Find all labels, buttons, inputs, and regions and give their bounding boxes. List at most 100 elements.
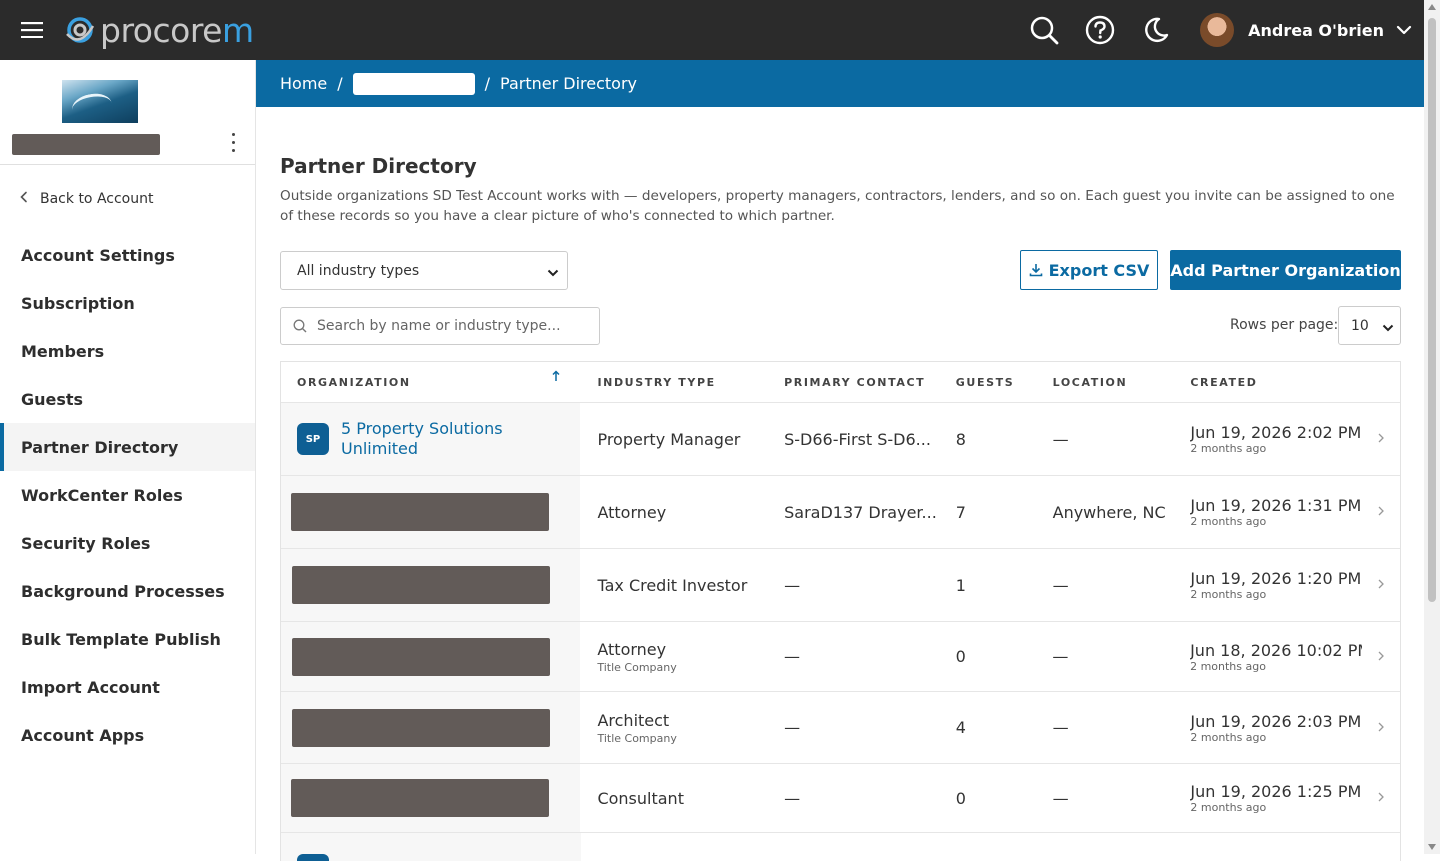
org-cell — [281, 476, 580, 548]
org-cell — [281, 764, 580, 832]
table-row[interactable]: SP 5 Property Solutions Unlimited Proper… — [281, 403, 1400, 476]
org-name-redacted[interactable] — [291, 493, 549, 531]
breadcrumb-separator: / — [337, 74, 342, 93]
org-badge — [297, 854, 329, 861]
location-cell: — — [1043, 430, 1183, 449]
scrollbar-thumb[interactable] — [1428, 18, 1436, 602]
contact-cell: — — [774, 647, 946, 666]
sidebar-item-subscription[interactable]: Subscription — [0, 279, 255, 327]
add-partner-organization-button[interactable]: Add Partner Organization — [1170, 250, 1401, 290]
chevron-right-icon[interactable] — [1362, 577, 1400, 593]
guests-cell: 8 — [946, 430, 1043, 449]
guests-cell: 7 — [946, 503, 1043, 522]
column-header-contact[interactable]: PRIMARY CONTACT — [774, 376, 946, 389]
page-title: Partner Directory — [280, 154, 477, 178]
breadcrumb-home[interactable]: Home — [280, 74, 327, 93]
org-name-redacted[interactable] — [292, 638, 550, 676]
org-cell — [281, 833, 581, 861]
industry-type-select[interactable]: All industry types — [280, 251, 568, 290]
column-header-location[interactable]: LOCATION — [1043, 376, 1183, 389]
sidebar-item-bulk-template-publish[interactable]: Bulk Template Publish — [0, 615, 255, 663]
guests-cell: 0 — [946, 647, 1043, 666]
breadcrumb-separator: / — [485, 74, 490, 93]
back-to-account-link[interactable]: Back to Account — [0, 165, 255, 233]
org-name-link[interactable]: 5 Property Solutions Unlimited — [341, 419, 580, 459]
location-cell: — — [1043, 718, 1183, 737]
org-name-redacted[interactable] — [292, 709, 550, 747]
table-row[interactable]: Consultant — 0 — Jun 19, 2026 1:25 PM 2 … — [281, 764, 1400, 833]
industry-cell: Architect Title Company — [580, 711, 774, 745]
partner-table: ORGANIZATION INDUSTRY TYPE PRIMARY CONTA… — [280, 361, 1401, 861]
column-header-created[interactable]: CREATED — [1182, 376, 1362, 389]
sidebar: Back to Account Account Settings Subscri… — [0, 60, 256, 854]
account-image — [62, 80, 138, 123]
sidebar-item-account-apps[interactable]: Account Apps — [0, 711, 255, 759]
breadcrumb-current: Partner Directory — [500, 74, 637, 93]
contact-cell: S-D66-First S-D6... — [774, 430, 946, 449]
help-icon[interactable] — [1072, 0, 1128, 60]
account-header — [0, 60, 255, 165]
table-row[interactable]: Attorney SaraD137 Drayer... 7 Anywhere, … — [281, 476, 1400, 549]
export-csv-button[interactable]: Export CSV — [1020, 250, 1158, 290]
menu-icon[interactable] — [0, 0, 64, 60]
industry-cell: Attorney — [580, 503, 774, 522]
page-scrollbar[interactable] — [1424, 0, 1440, 854]
sort-ascending-icon[interactable] — [552, 370, 560, 386]
scroll-up-icon[interactable] — [1428, 4, 1436, 10]
user-name[interactable]: Andrea O'brien — [1248, 21, 1384, 40]
download-icon — [1029, 263, 1043, 277]
procore-logo[interactable]: procorem — [64, 0, 254, 60]
guests-cell: 1 — [946, 576, 1043, 595]
created-cell: Jun 19, 2026 1:31 PM 2 months ago — [1182, 496, 1362, 528]
page-description: Outside organizations SD Test Account wo… — [280, 186, 1401, 226]
logo-mark-icon — [64, 14, 96, 46]
search-input[interactable] — [317, 318, 587, 334]
avatar[interactable] — [1200, 13, 1234, 47]
dark-mode-moon-icon[interactable] — [1128, 0, 1184, 60]
column-header-organization[interactable]: ORGANIZATION — [281, 376, 580, 389]
kebab-menu-icon[interactable] — [226, 130, 240, 154]
table-header: ORGANIZATION INDUSTRY TYPE PRIMARY CONTA… — [281, 362, 1400, 403]
org-cell — [281, 549, 580, 621]
table-row[interactable]: Attorney Title Company — 0 — Jun 18, 202… — [281, 622, 1400, 692]
table-row[interactable] — [281, 833, 1400, 861]
table-row[interactable]: Tax Credit Investor — 1 — Jun 19, 2026 1… — [281, 549, 1400, 622]
breadcrumb-account-redacted[interactable] — [353, 73, 475, 95]
sidebar-item-partner-directory[interactable]: Partner Directory — [0, 423, 255, 471]
column-header-industry[interactable]: INDUSTRY TYPE — [580, 376, 774, 389]
chevron-right-icon[interactable] — [1362, 720, 1400, 736]
sidebar-item-import-account[interactable]: Import Account — [0, 663, 255, 711]
table-row[interactable]: Architect Title Company — 4 — Jun 19, 20… — [281, 692, 1400, 764]
chevron-right-icon[interactable] — [1362, 504, 1400, 520]
contact-cell: — — [774, 718, 946, 737]
sidebar-item-security-roles[interactable]: Security Roles — [0, 519, 255, 567]
scroll-down-icon[interactable] — [1428, 844, 1436, 850]
guests-cell: 4 — [946, 718, 1043, 737]
sidebar-item-background-processes[interactable]: Background Processes — [0, 567, 255, 615]
chevron-right-icon[interactable] — [1362, 649, 1400, 665]
industry-cell: Consultant — [580, 789, 774, 808]
sidebar-item-members[interactable]: Members — [0, 327, 255, 375]
chevron-down-icon — [547, 265, 559, 281]
column-header-guests[interactable]: GUESTS — [946, 376, 1043, 389]
org-name-redacted[interactable] — [291, 779, 549, 817]
breadcrumb: Home / / Partner Directory — [256, 60, 1424, 107]
chevron-left-icon — [20, 191, 28, 207]
search-icon[interactable] — [1016, 0, 1072, 60]
chevron-right-icon[interactable] — [1362, 790, 1400, 806]
guests-cell: 0 — [946, 789, 1043, 808]
sidebar-item-account-settings[interactable]: Account Settings — [0, 231, 255, 279]
location-cell: — — [1043, 576, 1183, 595]
account-name-redacted — [12, 134, 160, 155]
location-cell: Anywhere, NC — [1043, 503, 1183, 522]
chevron-down-icon[interactable] — [1384, 0, 1424, 60]
industry-cell: Property Manager — [580, 430, 774, 449]
created-cell: Jun 19, 2026 2:02 PM 2 months ago — [1182, 423, 1362, 455]
chevron-right-icon[interactable] — [1362, 431, 1400, 447]
org-cell — [281, 692, 580, 763]
search-icon — [293, 319, 307, 333]
org-name-redacted[interactable] — [292, 566, 550, 604]
sidebar-item-guests[interactable]: Guests — [0, 375, 255, 423]
sidebar-item-workcenter-roles[interactable]: WorkCenter Roles — [0, 471, 255, 519]
rows-per-page-select[interactable]: 10 — [1338, 306, 1401, 345]
